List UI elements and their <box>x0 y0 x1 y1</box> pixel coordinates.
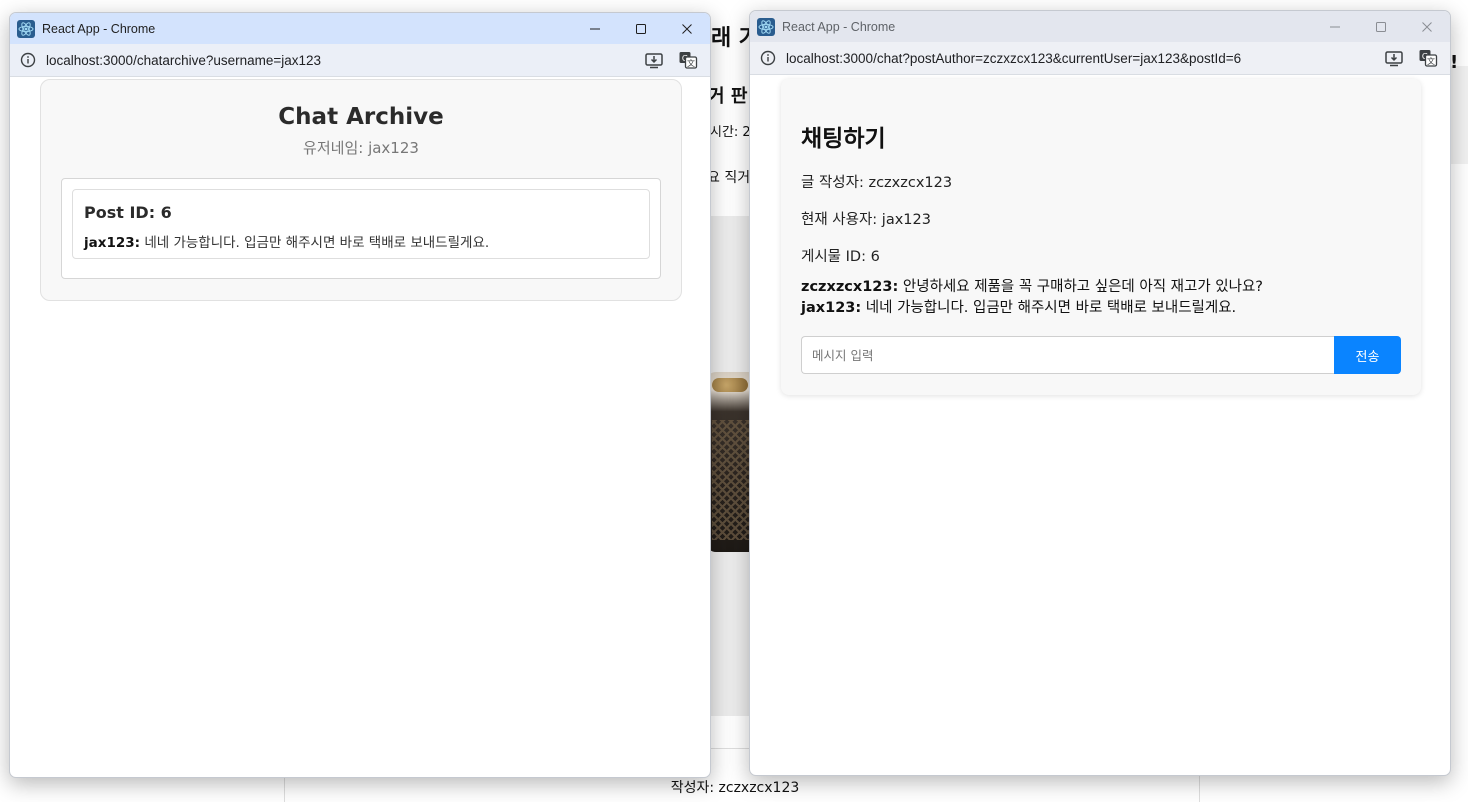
archive-message: jax123: 네네 가능합니다. 입금만 해주시면 바로 택배로 보내드릴게요… <box>84 231 489 251</box>
current-user-line: 현재 사용자: jax123 <box>801 212 931 228</box>
minimize-icon[interactable] <box>572 13 618 44</box>
title-bar[interactable]: React App - Chrome <box>750 11 1450 42</box>
message-text: 네네 가능합니다. 입금만 해주시면 바로 택배로 보내드릴게요. <box>861 300 1237 316</box>
window-title: React App - Chrome <box>782 19 896 34</box>
address-bar[interactable]: localhost:3000/chat?postAuthor=zczxzcx12… <box>750 42 1450 75</box>
background-post-subtitle: 거 판 <box>708 86 748 107</box>
archive-post-item[interactable]: Post ID: 6 jax123: 네네 가능합니다. 입금만 해주시면 바로… <box>72 189 650 259</box>
post-id-line: 게시물 ID: 6 <box>801 249 880 265</box>
install-app-icon[interactable] <box>1384 48 1404 68</box>
background-product-knob <box>712 378 748 392</box>
message-form: 전송 <box>801 336 1401 374</box>
address-bar[interactable]: localhost:3000/chatarchive?username=jax1… <box>10 44 710 77</box>
background-heading-fragment: ! <box>1450 52 1459 73</box>
svg-text:文: 文 <box>687 58 695 68</box>
info-icon[interactable] <box>20 52 36 68</box>
message-sender: jax123: <box>801 300 862 316</box>
minimize-icon[interactable] <box>1312 11 1358 42</box>
archive-title: Chat Archive <box>278 104 444 130</box>
maximize-icon[interactable] <box>1358 11 1404 42</box>
maximize-icon[interactable] <box>618 13 664 44</box>
chat-panel: 채팅하기 글 작성자: zczxzcx123 현재 사용자: jax123 게시… <box>781 79 1421 395</box>
translate-icon[interactable]: G文 <box>678 50 698 70</box>
message-sender: zczxzcx123: <box>801 279 899 295</box>
chat-heading: 채팅하기 <box>801 126 886 152</box>
chat-window[interactable]: React App - Chrome localhost:3000/chat?p… <box>749 10 1451 776</box>
send-button[interactable]: 전송 <box>1334 336 1401 374</box>
install-app-icon[interactable] <box>644 50 664 70</box>
svg-text:文: 文 <box>1427 56 1435 66</box>
background-post-author: 작성자: zczxzcx123 <box>670 780 800 796</box>
info-icon[interactable] <box>760 50 776 66</box>
message-input[interactable] <box>801 336 1334 374</box>
background-product-grille <box>712 420 750 540</box>
background-post-time: 시간: 20 <box>710 125 752 140</box>
window-title: React App - Chrome <box>42 21 156 36</box>
url-text[interactable]: localhost:3000/chatarchive?username=jax1… <box>46 53 321 68</box>
react-icon <box>17 19 35 38</box>
url-text[interactable]: localhost:3000/chat?postAuthor=zczxzcx12… <box>786 51 1241 66</box>
close-icon[interactable] <box>664 13 710 44</box>
chat-message: zczxzcx123: 안녕하세요 제품을 꼭 구매하고 싶은데 아직 재고가 … <box>801 275 1263 296</box>
post-id-heading: Post ID: 6 <box>84 203 172 222</box>
close-icon[interactable] <box>1404 11 1450 42</box>
chat-archive-window[interactable]: React App - Chrome localhost:3000/chatar… <box>9 12 711 778</box>
message-sender: jax123: <box>84 235 141 251</box>
message-text: 안녕하세요 제품을 꼭 구매하고 싶은데 아직 재고가 있나요? <box>898 279 1264 295</box>
message-text: 네네 가능합니다. 입금만 해주시면 바로 택배로 보내드릴게요. <box>140 235 490 251</box>
title-bar[interactable]: React App - Chrome <box>10 13 710 44</box>
background-post-description: 요 직거 <box>707 170 751 186</box>
chat-messages: zczxzcx123: 안녕하세요 제품을 꼭 구매하고 싶은데 아직 재고가 … <box>801 275 1263 317</box>
chat-message: jax123: 네네 가능합니다. 입금만 해주시면 바로 택배로 보내드릴게요… <box>801 296 1263 317</box>
post-author-line: 글 작성자: zczxzcx123 <box>801 175 953 191</box>
translate-icon[interactable]: G文 <box>1418 48 1438 68</box>
archive-username: 유저네임: jax123 <box>303 139 419 157</box>
react-icon <box>757 17 775 36</box>
archive-post-list: Post ID: 6 jax123: 네네 가능합니다. 입금만 해주시면 바로… <box>61 178 661 279</box>
chat-archive-panel: Chat Archive 유저네임: jax123 Post ID: 6 jax… <box>40 79 682 301</box>
